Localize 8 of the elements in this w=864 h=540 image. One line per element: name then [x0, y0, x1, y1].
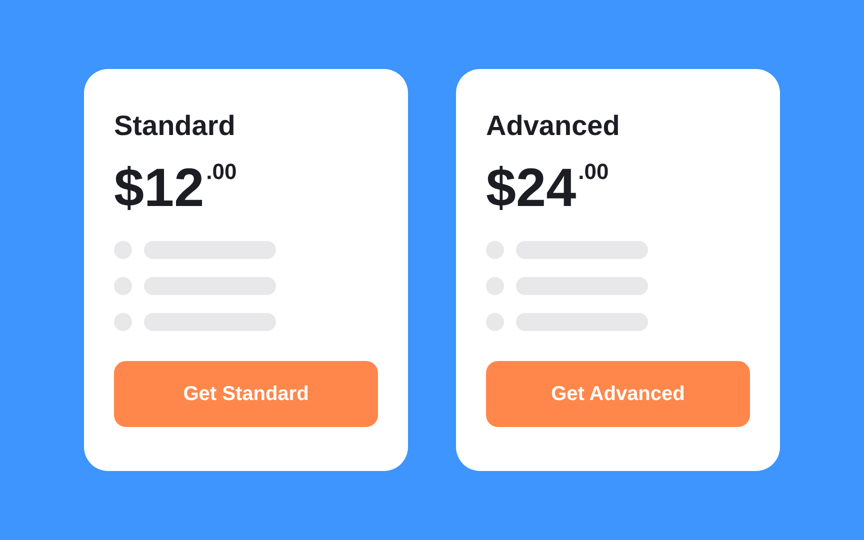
get-plan-button[interactable]: Get Advanced: [486, 361, 750, 427]
plan-name: Standard: [114, 109, 236, 143]
price-cents: .00: [578, 159, 609, 185]
get-plan-button[interactable]: Get Standard: [114, 361, 378, 427]
price: $24: [486, 157, 576, 219]
plan-name: Advanced: [486, 109, 620, 143]
price-cents: .00: [206, 159, 237, 185]
price: $12: [114, 157, 204, 219]
